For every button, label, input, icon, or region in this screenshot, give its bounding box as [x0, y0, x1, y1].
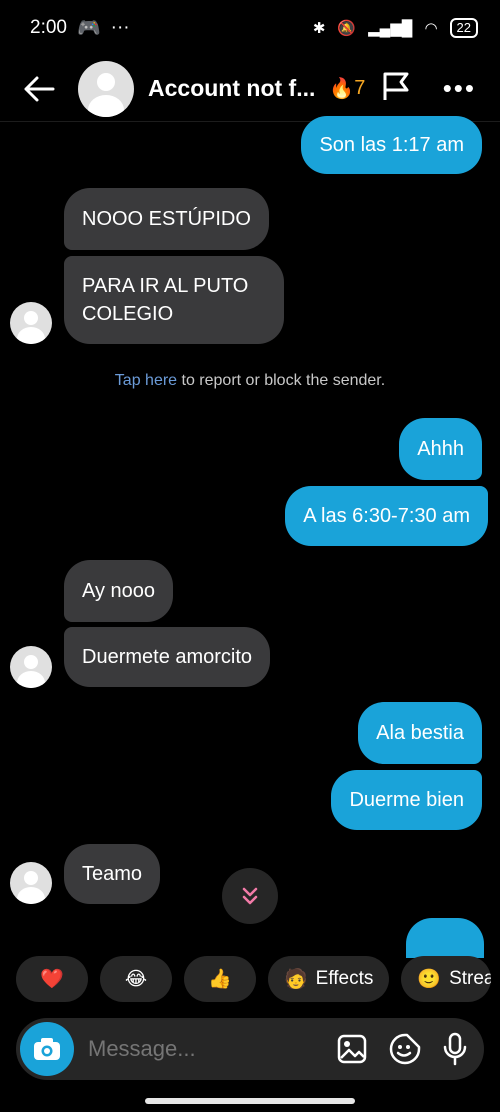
quick-reactions-bar: ❤️ 😂 👍 🧑 Effects 🙂 Strea [16, 956, 492, 1002]
chip-effects-label: Effects [315, 968, 374, 989]
sender-avatar[interactable] [10, 646, 52, 688]
signal-icon: ▂▄▆█ [368, 20, 413, 37]
gallery-icon[interactable] [336, 1033, 368, 1065]
message-bubble-incoming[interactable]: PARA IR AL PUTO COLEGIO [64, 256, 284, 344]
message-bubble-outgoing[interactable]: A las 6:30-7:30 am [285, 486, 488, 546]
streak-badge: 🔥 7 [329, 76, 365, 101]
mute-bell-icon: 🔕 [337, 20, 357, 37]
microphone-icon[interactable] [442, 1032, 468, 1066]
fire-icon: 🔥 [329, 78, 355, 100]
message-bubble-incoming[interactable]: Teamo [64, 844, 161, 904]
bluetooth-icon: ✱ [312, 20, 326, 37]
effects-avatar-icon: 🧑 [284, 969, 308, 990]
message-input[interactable] [88, 1036, 308, 1062]
contact-avatar[interactable] [78, 60, 134, 117]
message-bubble-incoming[interactable]: Ay nooo [64, 560, 174, 622]
message-bubble-incoming[interactable]: Duermete amorcito [64, 627, 271, 687]
discord-icon: 🎮 [76, 18, 101, 39]
more-notifications-icon: ··· [110, 17, 130, 38]
chip-thumbs-up[interactable]: 👍 [184, 956, 256, 1002]
sender-avatar[interactable] [10, 302, 52, 344]
arrow-left-icon [24, 76, 55, 101]
message-composer [16, 1018, 484, 1080]
message-bubble-incoming[interactable]: NOOO ESTÚPIDO [64, 188, 269, 250]
message-bubble-outgoing[interactable]: Ahhh [399, 418, 482, 480]
scroll-to-bottom-button[interactable] [222, 868, 278, 924]
message-bubble-outgoing[interactable]: Son las 1:17 am [301, 116, 482, 174]
wifi-icon: ◠ [424, 20, 438, 37]
smiley-icon: 🙂 [417, 969, 442, 990]
chip-heart[interactable]: ❤️ [16, 956, 88, 1002]
clock: 2:00 [30, 17, 67, 38]
message-bubble-outgoing-partial[interactable] [406, 918, 484, 958]
flag-icon [383, 72, 409, 100]
battery-icon: 22 [449, 18, 478, 38]
chip-streaks[interactable]: 🙂 Strea [401, 956, 492, 1002]
contact-name[interactable]: Account not f... [148, 75, 315, 102]
sticker-icon[interactable] [388, 1032, 422, 1066]
laughing-face-icon: 😂 [124, 968, 148, 990]
report-flag-button[interactable] [381, 70, 411, 107]
home-indicator[interactable] [145, 1098, 355, 1104]
heart-icon: ❤️ [40, 969, 64, 990]
double-chevron-down-icon [242, 887, 258, 905]
camera-icon [34, 1038, 60, 1060]
back-button[interactable] [20, 70, 58, 108]
report-notice-text: to report or block the sender. [177, 372, 386, 389]
tap-here-link[interactable]: Tap here [115, 372, 177, 389]
camera-button[interactable] [20, 1022, 74, 1076]
thumbs-up-icon: 👍 [208, 969, 232, 990]
chat-header: Account not f... 🔥 7 ••• [0, 56, 500, 122]
chip-streaks-label: Strea [449, 968, 492, 989]
streak-count: 7 [354, 77, 366, 99]
more-options-button[interactable]: ••• [443, 73, 476, 104]
message-bubble-outgoing[interactable]: Ala bestia [358, 702, 482, 764]
chip-effects[interactable]: 🧑 Effects [268, 956, 390, 1002]
chip-laughing[interactable]: 😂 [100, 956, 172, 1002]
message-bubble-outgoing[interactable]: Duerme bien [331, 770, 482, 830]
status-bar: 2:00 🎮 ··· ✱ 🔕 ▂▄▆█ ◠ 22 [0, 0, 500, 56]
sender-avatar[interactable] [10, 862, 52, 904]
report-notice: Tap here to report or block the sender. [0, 372, 500, 390]
